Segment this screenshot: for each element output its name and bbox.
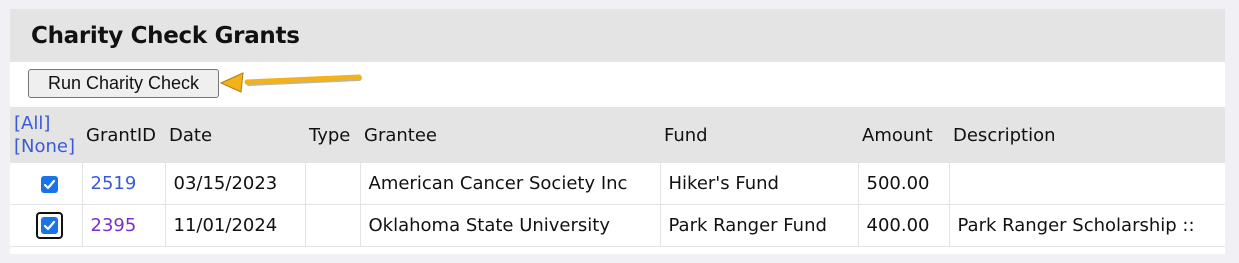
grant-id-cell: 2395 [82,204,166,247]
row-select-cell [10,204,83,247]
row-checkbox-focus-ring [36,212,64,239]
row-checkbox[interactable] [41,217,59,234]
grants-table: [All] [None] GrantID Date Type Grantee F… [10,107,1225,247]
column-header-grantid[interactable]: GrantID [82,107,165,163]
amount-cell: 400.00 [858,204,950,247]
select-column-header: [All] [None] [10,107,82,163]
grantee-cell: American Cancer Society Inc [360,163,661,205]
fund-cell: Hiker's Fund [660,163,859,205]
table-row: 2519 03/15/2023 American Cancer Society … [10,163,1225,205]
description-cell: Park Ranger Scholarship :: [949,204,1225,247]
arrow-left-icon [219,72,362,93]
table-row: 2395 11/01/2024 Oklahoma State Universit… [10,204,1225,247]
checkmark-icon [44,179,56,189]
date-cell: 03/15/2023 [165,163,306,205]
column-header-type[interactable]: Type [305,107,360,163]
description-cell [949,163,1225,205]
column-header-date[interactable]: Date [165,107,305,163]
grantee-cell: Oklahoma State University [360,204,661,247]
run-charity-check-button[interactable]: Run Charity Check [28,69,219,98]
table-header-row: [All] [None] GrantID Date Type Grantee F… [10,107,1225,163]
row-select-cell [10,163,83,205]
checkmark-icon [44,220,56,231]
amount-cell: 500.00 [858,163,950,205]
type-cell [305,163,361,205]
panel-header: Charity Check Grants [10,9,1225,62]
fund-cell: Park Ranger Fund [660,204,859,247]
date-cell: 11/01/2024 [165,204,306,247]
column-header-fund[interactable]: Fund [660,107,858,163]
charity-check-panel: Charity Check Grants Run Charity Check [… [10,9,1225,254]
toolbar: Run Charity Check [10,62,1225,107]
column-header-amount[interactable]: Amount [858,107,949,163]
column-header-description[interactable]: Description [949,107,1225,163]
column-header-grantee[interactable]: Grantee [360,107,660,163]
select-all-link[interactable]: [All] [14,112,82,135]
select-none-link[interactable]: [None] [14,135,82,158]
type-cell [305,204,361,247]
grant-id-link[interactable]: 2519 [91,173,137,194]
grant-id-cell: 2519 [82,163,166,205]
row-checkbox[interactable] [41,175,59,193]
panel-title: Charity Check Grants [31,22,300,49]
grant-id-link[interactable]: 2395 [91,215,137,236]
